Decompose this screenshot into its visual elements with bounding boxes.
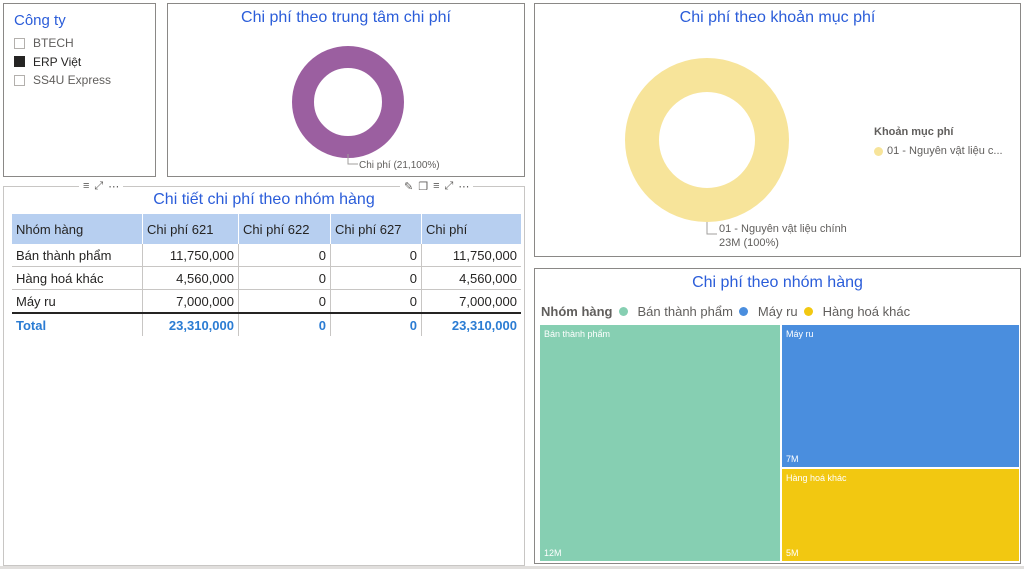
table-cell: 11,750,000 [421, 244, 521, 267]
tile-label: Máy ru [786, 329, 814, 339]
leader-line [706, 222, 717, 235]
tile-value: 5M [786, 548, 799, 558]
column-header[interactable]: Chi phí 621 [142, 214, 239, 244]
table-header-row: Nhóm hàng Chi phí 621 Chi phí 622 Chi ph… [12, 214, 521, 244]
total-cell: 23,310,000 [142, 312, 239, 336]
table-cell: 4,560,000 [142, 266, 239, 290]
legend-label[interactable]: Máy ru [758, 304, 798, 319]
treemap-tile-ban-thanh-pham[interactable]: Bán thành phẩm 12M [539, 324, 781, 562]
product-group-treemap-visual[interactable]: Chi phí theo nhóm hàng Nhóm hàng Bán thà… [534, 268, 1021, 564]
tile-value: 12M [544, 548, 562, 558]
tile-label: Hàng hoá khác [786, 473, 847, 483]
donut-slice[interactable] [625, 58, 789, 222]
table-cell: Hàng hoá khác [12, 266, 143, 290]
table-cell: 0 [238, 244, 331, 267]
treemap-tile-hang-hoa-khac[interactable]: Hàng hoá khác 5M [781, 468, 1020, 562]
legend-dot-icon [618, 307, 628, 316]
table-cell: 7,000,000 [142, 289, 239, 314]
donut-chart: Chi phí (21,100%) [292, 46, 440, 171]
detail-table-visual[interactable]: ≡ ⤢ ⋯ ✎ ❐ ≡ ⤢ ⋯ Chi tiết chi phí theo nh… [3, 179, 525, 566]
slicer-title: Công ty [14, 12, 66, 29]
checkbox-icon[interactable] [14, 74, 25, 86]
total-cell: 23,310,000 [421, 312, 521, 336]
cost-center-donut-visual[interactable]: Chi phí theo trung tâm chi phí Chi phí (… [167, 3, 525, 177]
table-cell: 0 [330, 244, 422, 267]
table-cell: 0 [238, 289, 331, 314]
slicer-item-btech[interactable]: BTECH [14, 34, 111, 53]
legend-title: Khoản mục phí [874, 126, 954, 138]
table-cell: 0 [330, 289, 422, 314]
table-cell: 0 [330, 266, 422, 290]
legend-label[interactable]: Bán thành phẩm [638, 304, 733, 319]
slicer-item-label: ERP Việt [33, 54, 82, 69]
donut-data-value: 23M (100%) [719, 237, 779, 249]
legend-dot-icon [803, 307, 813, 316]
tile-label: Bán thành phẩm [544, 329, 611, 339]
donut-data-label: Chi phí (21,100%) [359, 160, 440, 171]
table-cell: 0 [238, 266, 331, 290]
checkbox-checked-icon[interactable] [14, 56, 25, 68]
legend-dot-icon [738, 307, 748, 316]
treemap-legend: Nhóm hàng Bán thành phẩm Máy ru Hàng hoá… [541, 304, 910, 319]
table-row[interactable]: Bán thành phẩm 11,750,000 0 0 11,750,000 [12, 244, 521, 267]
legend-label: 01 - Nguyên vật liệu c... [887, 145, 1003, 157]
legend-item[interactable]: 01 - Nguyên vật liệu c... [874, 145, 1003, 157]
table-cell: Bán thành phẩm [12, 244, 143, 267]
legend-title: Nhóm hàng [541, 304, 613, 319]
table-row[interactable]: Máy ru 7,000,000 0 0 7,000,000 [12, 289, 521, 314]
column-header[interactable]: Chi phí 627 [330, 214, 422, 244]
donut-slice[interactable] [292, 46, 404, 158]
slicer-item-label: BTECH [33, 36, 74, 51]
visual-title: Chi phí theo nhóm hàng [692, 274, 863, 291]
cost-item-donut-visual[interactable]: Chi phí theo khoản mục phí 01 - Nguyên v… [534, 3, 1021, 257]
legend-label[interactable]: Hàng hoá khác [823, 304, 910, 319]
visual-title: Chi tiết chi phí theo nhóm hàng [153, 191, 375, 208]
table-cell: 11,750,000 [142, 244, 239, 267]
checkbox-icon[interactable] [14, 37, 25, 49]
column-header[interactable]: Chi phí [421, 214, 521, 244]
total-cell: 0 [238, 312, 331, 336]
total-cell: 0 [330, 312, 422, 336]
table-cell: 4,560,000 [421, 266, 521, 290]
treemap-tile-may-ru[interactable]: Máy ru 7M [781, 324, 1020, 468]
slicer-item-erp-viet[interactable]: ERP Việt [14, 53, 111, 72]
table-cell: Máy ru [12, 289, 143, 314]
cost-table: Nhóm hàng Chi phí 621 Chi phí 622 Chi ph… [12, 214, 521, 336]
table-total-row: Total 23,310,000 0 0 23,310,000 [12, 312, 521, 336]
column-header[interactable]: Nhóm hàng [12, 214, 143, 244]
slicer-item-ss4u-express[interactable]: SS4U Express [14, 71, 111, 90]
slicer-item-label: SS4U Express [33, 73, 112, 88]
table-row[interactable]: Hàng hoá khác 4,560,000 0 0 4,560,000 [12, 266, 521, 290]
total-label: Total [12, 312, 143, 336]
donut-data-label: 01 - Nguyên vật liệu chính [719, 223, 847, 235]
column-header[interactable]: Chi phí 622 [238, 214, 331, 244]
tile-value: 7M [786, 454, 799, 464]
legend-dot-icon [874, 146, 883, 156]
table-cell: 7,000,000 [421, 289, 521, 314]
company-slicer[interactable]: Công ty BTECH ERP Việt SS4U Express [3, 3, 156, 177]
